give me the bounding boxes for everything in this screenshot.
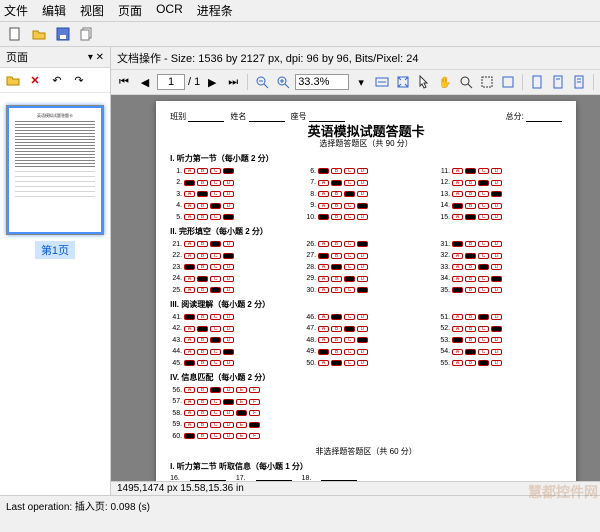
page-input[interactable] — [157, 74, 185, 90]
select-icon[interactable] — [478, 73, 496, 91]
zoom-in-icon[interactable] — [274, 73, 292, 91]
rotate-right-icon[interactable]: ↷ — [70, 71, 88, 89]
document-pane: 文档操作 - Size: 1536 by 2127 px, dpi: 96 by… — [111, 47, 600, 495]
doc-header: 文档操作 - Size: 1536 by 2127 px, dpi: 96 by… — [111, 47, 600, 70]
new-icon[interactable] — [6, 25, 24, 43]
zoom-out-icon[interactable] — [253, 73, 271, 91]
copy-icon[interactable] — [78, 25, 96, 43]
pointer-icon[interactable] — [415, 73, 433, 91]
main-area: 页面 ▾ ✕ ✕ ↶ ↷ 英语模拟试题答题卡 第1页 文档操作 - Size: … — [0, 47, 600, 495]
menu-edit[interactable]: 编辑 — [42, 2, 66, 19]
doc3-icon[interactable] — [570, 73, 588, 91]
fit-page-icon[interactable] — [394, 73, 412, 91]
thumbnails: 英语模拟试题答题卡 第1页 — [0, 93, 110, 495]
save-icon[interactable] — [54, 25, 72, 43]
open-folder-icon[interactable] — [4, 71, 22, 89]
rotate-left-icon[interactable]: ↶ — [48, 71, 66, 89]
menubar: 文件 编辑 视图 页面 OCR 进程条 — [0, 0, 600, 22]
sidebar-close-icon[interactable]: ▾ ✕ — [88, 52, 104, 63]
page-sep: / — [188, 76, 191, 88]
menu-view[interactable]: 视图 — [80, 2, 104, 19]
menu-progress[interactable]: 进程条 — [197, 2, 233, 19]
next-page-icon[interactable]: ▶ — [203, 73, 221, 91]
main-toolbar — [0, 22, 600, 47]
last-page-icon[interactable]: ⏭ — [224, 73, 242, 91]
coords-bar: 1495,1474 px 15.58,15.36 in — [111, 481, 600, 495]
status-bar: Last operation: 插入页: 0.098 (s) — [0, 495, 600, 515]
doc2-icon[interactable] — [549, 73, 567, 91]
prev-page-icon[interactable]: ◀ — [136, 73, 154, 91]
doc-toolbar: ⏮ ◀ / 1 ▶ ⏭ ▾ ✋ ✕ — [111, 70, 600, 95]
delete-icon[interactable]: ✕ — [26, 71, 44, 89]
menu-ocr[interactable]: OCR — [156, 2, 183, 19]
page-content: 班别 姓名 座号 总分: 英语模拟试题答题卡 选择题答题区（共 90 分） I.… — [156, 101, 576, 481]
page-total: 1 — [194, 76, 200, 88]
doc1-icon[interactable] — [528, 73, 546, 91]
menu-file[interactable]: 文件 — [4, 2, 28, 19]
first-page-icon[interactable]: ⏮ — [115, 73, 133, 91]
sidebar: 页面 ▾ ✕ ✕ ↶ ↷ 英语模拟试题答题卡 第1页 — [0, 47, 111, 495]
zoom-input[interactable] — [295, 74, 349, 90]
thumbnail-label: 第1页 — [35, 241, 75, 259]
sheet-title: 英语模拟试题答题卡 — [170, 126, 562, 137]
open-icon[interactable] — [30, 25, 48, 43]
sheet-subtitle: 选择题答题区（共 90 分） — [170, 138, 562, 149]
menu-page[interactable]: 页面 — [118, 2, 142, 19]
sidebar-header: 页面 ▾ ✕ — [0, 47, 110, 68]
hand-icon[interactable]: ✋ — [436, 73, 454, 91]
sidebar-toolbar: ✕ ↶ ↷ — [0, 68, 110, 93]
zoom-dropdown-icon[interactable]: ▾ — [352, 73, 370, 91]
fit-width-icon[interactable] — [373, 73, 391, 91]
crop-icon[interactable] — [499, 73, 517, 91]
thumbnail-page-1[interactable]: 英语模拟试题答题卡 — [6, 105, 104, 235]
page-viewport[interactable]: 班别 姓名 座号 总分: 英语模拟试题答题卡 选择题答题区（共 90 分） I.… — [111, 95, 600, 481]
magnify-icon[interactable] — [457, 73, 475, 91]
